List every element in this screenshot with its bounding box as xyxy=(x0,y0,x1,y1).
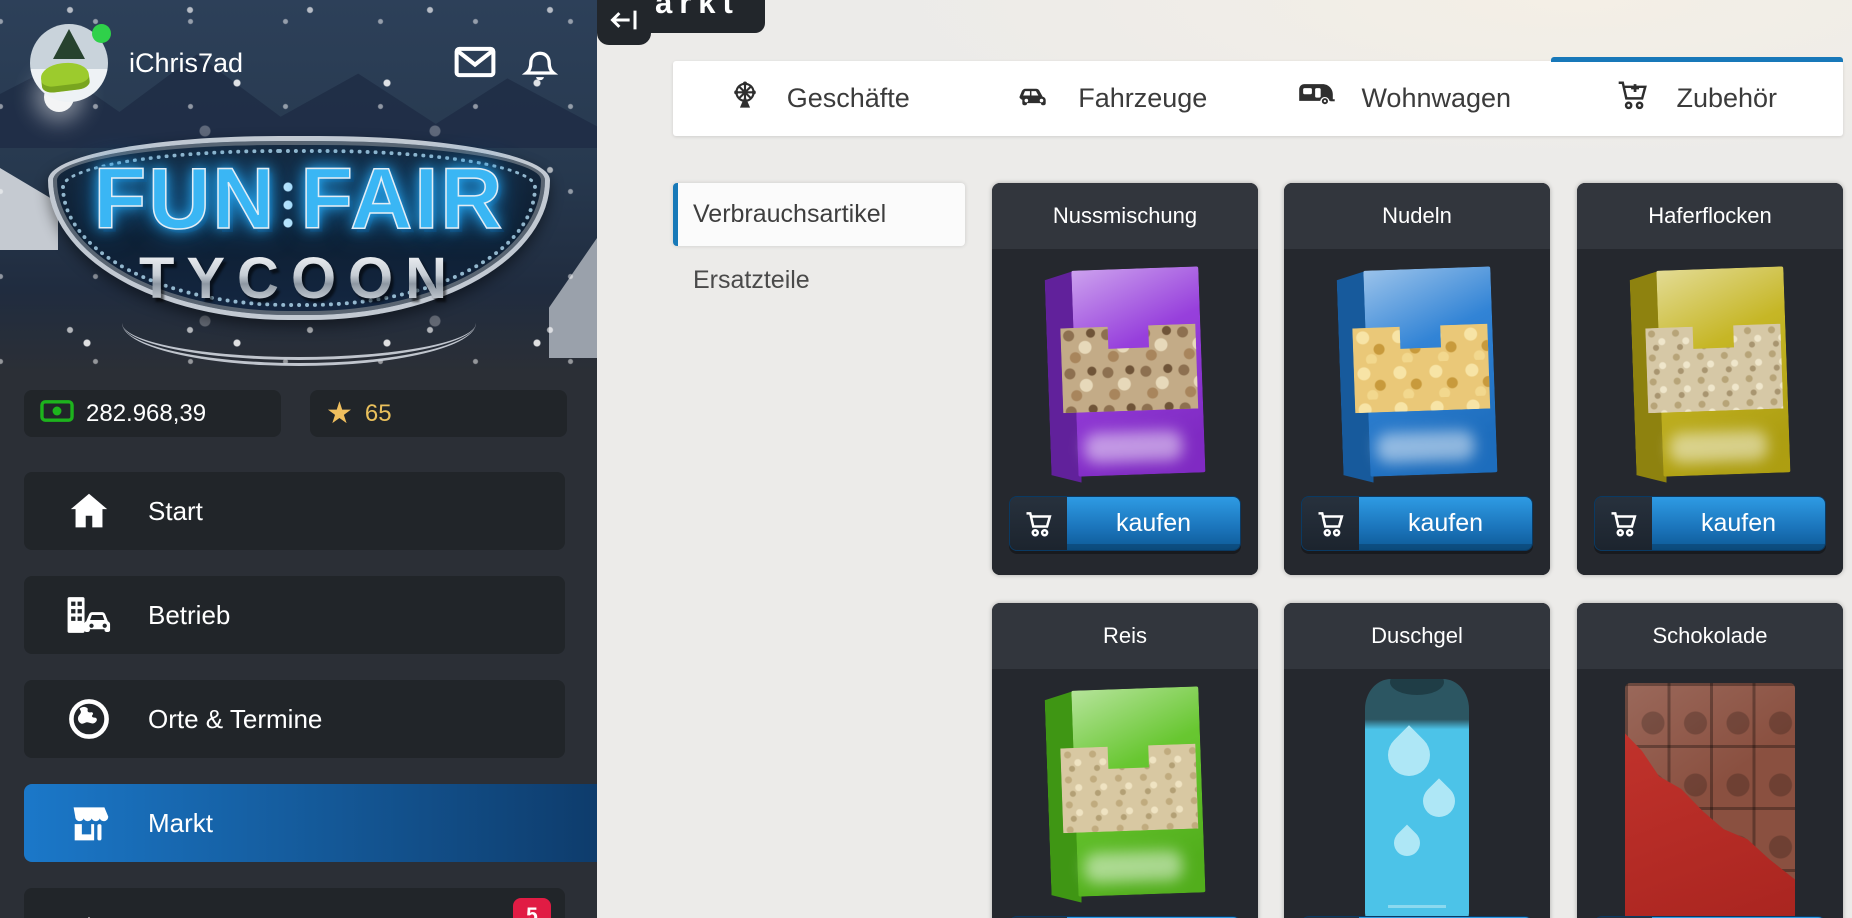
username: iChris7ad xyxy=(129,48,243,79)
sidebar-item-partial[interactable]: 5 xyxy=(24,888,565,918)
market-tabbar: Geschäfte Fahrzeuge Wohnwagen Zubehör xyxy=(673,61,1843,136)
star-icon: ★ xyxy=(326,399,353,429)
tab-label: Geschäfte xyxy=(787,83,910,114)
product-image-area: kaufen xyxy=(992,669,1258,918)
tab-wohnwagen[interactable]: Wohnwagen xyxy=(1258,61,1551,136)
ferris-wheel-icon xyxy=(729,79,761,118)
buy-button[interactable]: kaufen xyxy=(1009,496,1241,551)
buy-button-label: kaufen xyxy=(1359,497,1532,550)
caravan-icon xyxy=(1297,81,1335,116)
buy-button[interactable]: kaufen xyxy=(1594,496,1826,551)
tab-geschaefte[interactable]: Geschäfte xyxy=(673,61,966,136)
sidebar-header-art: iChris7ad FUNFAIR TYCOON xyxy=(0,0,597,372)
sidebar-item-start[interactable]: Start xyxy=(24,472,565,550)
tab-label: Fahrzeuge xyxy=(1078,83,1207,114)
product-image-area: kaufen xyxy=(1284,669,1550,918)
tab-zubehoer[interactable]: Zubehör xyxy=(1551,61,1844,136)
category-label: Ersatzteile xyxy=(693,266,810,295)
category-label: Verbrauchsartikel xyxy=(693,200,886,229)
buy-button[interactable]: kaufen xyxy=(1301,496,1533,551)
fun-fair-tycoon-app: iChris7ad FUNFAIR TYCOON 282.968,39 ★ 65 xyxy=(0,0,1852,918)
product-image-shower-gel-bottle xyxy=(1365,679,1469,918)
bell-icon[interactable] xyxy=(518,46,562,90)
product-name: Reis xyxy=(992,603,1258,669)
cart-icon xyxy=(1595,497,1652,550)
cart-icon xyxy=(1302,497,1359,550)
product-name: Duschgel xyxy=(1284,603,1550,669)
product-image-chocolate-bar xyxy=(1625,683,1795,918)
sidebar-item-markt[interactable]: Markt xyxy=(24,784,597,862)
sidebar-item-betrieb[interactable]: Betrieb xyxy=(24,576,565,654)
product-image-nut-box xyxy=(1044,266,1205,483)
sidebar-item-label: Orte & Termine xyxy=(148,704,322,735)
home-icon xyxy=(58,491,120,531)
money-badge: 282.968,39 xyxy=(24,390,281,437)
category-verbrauchsartikel[interactable]: Verbrauchsartikel xyxy=(673,183,965,246)
buy-button-label: kaufen xyxy=(1652,497,1825,550)
product-card: Reis kaufen xyxy=(992,603,1258,918)
product-name: Nussmischung xyxy=(992,183,1258,249)
car-icon xyxy=(1016,82,1052,115)
tab-fahrzeuge[interactable]: Fahrzeuge xyxy=(966,61,1259,136)
buy-button-label: kaufen xyxy=(1067,497,1240,550)
arrow-left-to-bar-icon xyxy=(609,7,639,38)
online-status-dot xyxy=(92,24,111,43)
logo-title-line1: FUNFAIR xyxy=(34,150,564,249)
collapse-sidebar-button[interactable] xyxy=(597,0,651,45)
sidebar-item-label: Betrieb xyxy=(148,600,230,631)
money-value: 282.968,39 xyxy=(86,400,206,428)
shop-icon xyxy=(58,801,120,845)
money-icon xyxy=(40,399,74,428)
star-value: 65 xyxy=(365,400,392,428)
funfair-tycoon-logo: FUNFAIR TYCOON xyxy=(34,110,564,364)
main-content: Markt Geschäfte Fahrzeuge xyxy=(597,0,1852,918)
product-name: Schokolade xyxy=(1577,603,1843,669)
category-ersatzteile[interactable]: Ersatzteile xyxy=(673,255,965,305)
notification-badge: 5 xyxy=(513,898,551,918)
logo-marquee-dots xyxy=(282,174,294,236)
product-card: Schokolade kaufen xyxy=(1577,603,1843,918)
rollercoaster-track xyxy=(122,280,476,366)
company-car-icon xyxy=(58,593,120,637)
product-image-area: kaufen xyxy=(992,249,1258,575)
product-image-area: kaufen xyxy=(1577,249,1843,575)
mail-icon[interactable] xyxy=(453,44,497,80)
logo-word-fair: FAIR xyxy=(300,151,504,247)
product-image-pasta-box xyxy=(1336,266,1497,483)
tab-label: Zubehör xyxy=(1676,83,1777,114)
cart-plus-icon xyxy=(1616,80,1650,117)
product-card: Haferflocken kaufen xyxy=(1577,183,1843,575)
globe-icon xyxy=(58,697,120,741)
product-card: Nussmischung kaufen xyxy=(992,183,1258,575)
product-name: Nudeln xyxy=(1284,183,1550,249)
product-name: Haferflocken xyxy=(1577,183,1843,249)
sidebar-item-label: Start xyxy=(148,496,203,527)
star-badge: ★ 65 xyxy=(310,390,567,437)
product-image-area: kaufen xyxy=(1577,669,1843,918)
cart-icon xyxy=(1010,497,1067,550)
product-image-rice-box xyxy=(1044,686,1205,903)
logo-word-fun: FUN xyxy=(94,151,277,247)
sidebar: iChris7ad FUNFAIR TYCOON 282.968,39 ★ 65 xyxy=(0,0,597,918)
product-image-oats-box xyxy=(1629,266,1790,483)
product-card: Nudeln kaufen xyxy=(1284,183,1550,575)
avatar-green-car xyxy=(39,60,90,94)
sidebar-item-label: Markt xyxy=(148,808,213,839)
product-card: Duschgel kaufen xyxy=(1284,603,1550,918)
avatar-tree xyxy=(53,29,85,59)
sidebar-item-orte-termine[interactable]: Orte & Termine xyxy=(24,680,565,758)
product-image-area: kaufen xyxy=(1284,249,1550,575)
tab-label: Wohnwagen xyxy=(1361,83,1511,114)
